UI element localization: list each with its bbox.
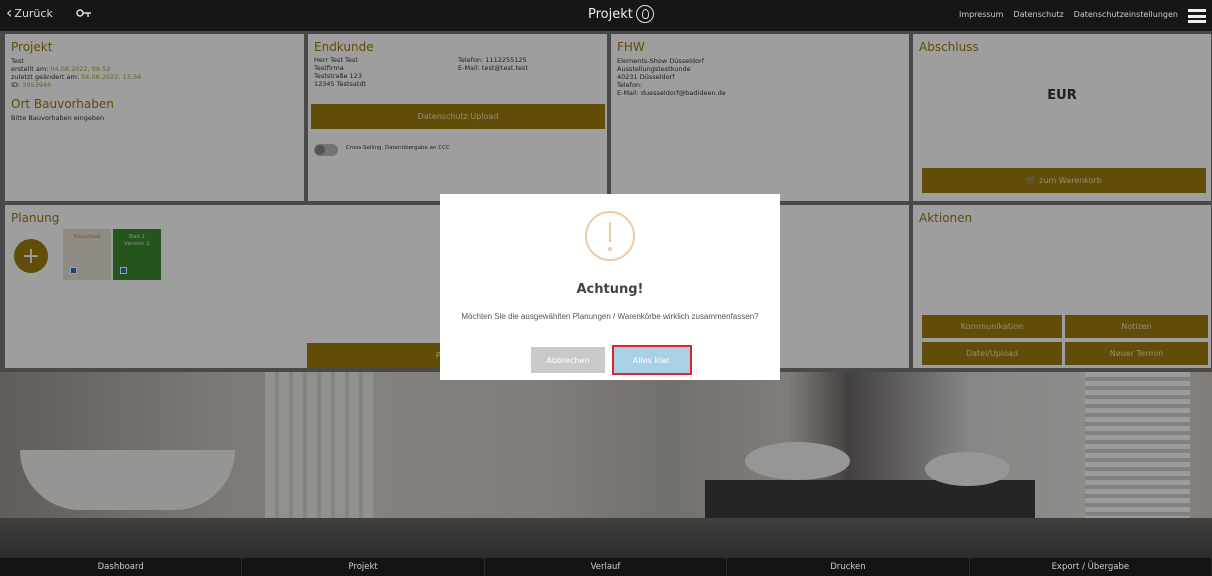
confirm-dialog: Achtung! Möchten Sie die ausgewählten Pl…	[440, 194, 780, 380]
back-button[interactable]: ‹ Zurück	[6, 3, 53, 22]
top-links: Impressum Datenschutz Datenschutzeinstel…	[959, 10, 1178, 19]
impressum-link[interactable]: Impressum	[959, 10, 1003, 19]
datenschutzeinstellungen-link[interactable]: Datenschutzeinstellungen	[1074, 10, 1178, 19]
back-label: Zurück	[14, 6, 53, 20]
dialog-text: Möchten Sie die ausgewählten Planungen /…	[461, 312, 759, 321]
nav-verlauf[interactable]: Verlauf	[485, 558, 728, 576]
app-brand: Projekt	[588, 5, 654, 23]
key-icon[interactable]	[76, 8, 92, 20]
hamburger-icon[interactable]	[1188, 9, 1206, 23]
cancel-button[interactable]: Abbrechen	[531, 347, 605, 373]
datenschutz-link[interactable]: Datenschutz	[1013, 10, 1063, 19]
nav-drucken[interactable]: Drucken	[727, 558, 970, 576]
warning-icon	[585, 211, 635, 261]
nav-export[interactable]: Export / Übergabe	[970, 558, 1212, 576]
nav-dashboard[interactable]: Dashboard	[0, 558, 243, 576]
brand-label: Projekt	[588, 6, 633, 22]
dialog-title: Achtung!	[576, 282, 644, 297]
nav-projekt[interactable]: Projekt	[242, 558, 485, 576]
chevron-left-icon: ‹	[6, 3, 13, 22]
confirm-button[interactable]: Alles klar.	[612, 345, 692, 375]
top-bar: ‹ Zurück Projekt Impressum Datenschutz D…	[0, 0, 1212, 31]
brand-logo-icon	[635, 5, 654, 23]
bottom-nav: Dashboard Projekt Verlauf Drucken Export…	[0, 558, 1212, 576]
